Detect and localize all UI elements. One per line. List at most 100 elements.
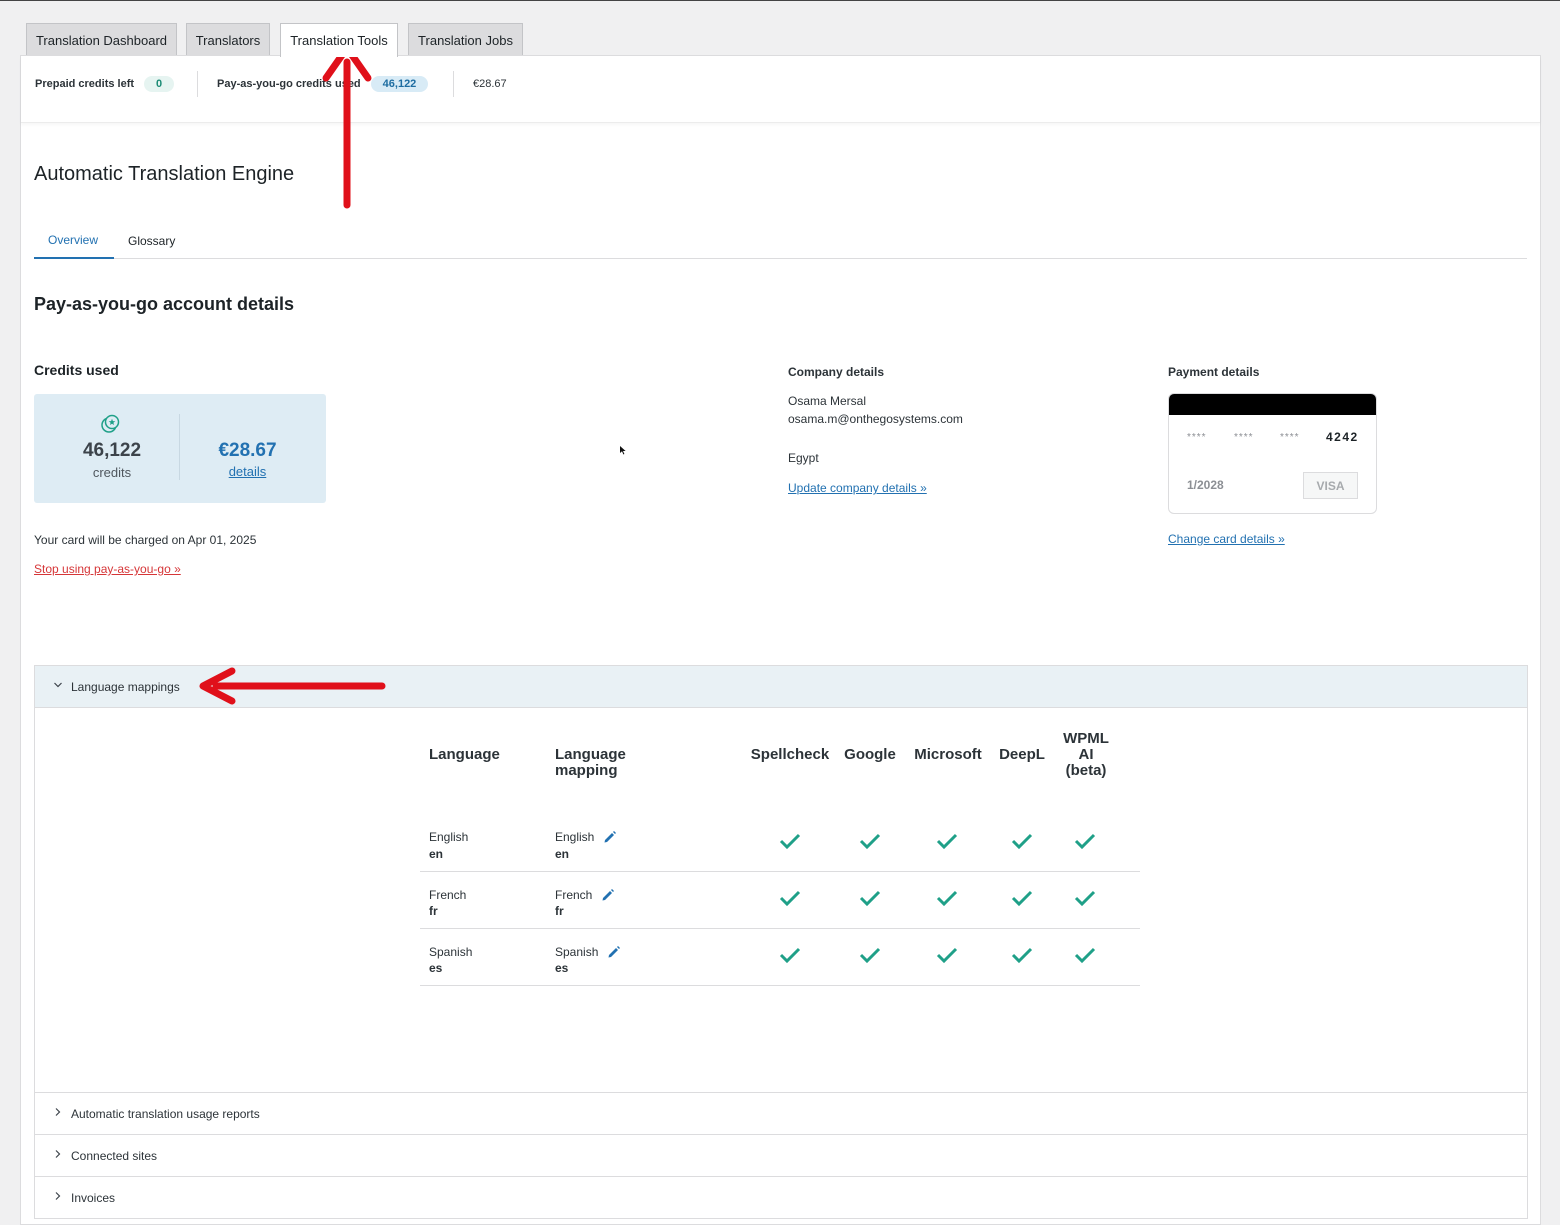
check-icon (779, 833, 801, 850)
stop-payg-link[interactable]: Stop using pay-as-you-go » (34, 562, 181, 576)
check-icon (1074, 890, 1096, 907)
row-language-name: Spanish (429, 945, 473, 959)
company-email: osama.m@onthegosystems.com (788, 412, 963, 426)
payg-credits-label: Pay-as-you-go credits used (217, 78, 361, 90)
credits-summary-bar: Prepaid credits left 0 Pay-as-you-go cre… (21, 56, 1540, 123)
connected-sites-section: Connected sites (34, 1134, 1528, 1177)
tab-translators[interactable]: Translators (186, 23, 270, 56)
language-mappings-toggle[interactable]: Language mappings (35, 666, 1527, 708)
language-mappings-section: Language mappings Language Language mapp… (34, 665, 1528, 1094)
change-card-link[interactable]: Change card details » (1168, 532, 1285, 546)
row-mapping-code: fr (555, 904, 564, 918)
mouse-cursor-icon (620, 446, 626, 455)
check-icon (779, 890, 801, 907)
divider (453, 71, 454, 97)
card-mask-group: **** (1234, 432, 1254, 443)
row-mapping-name: English (555, 830, 595, 844)
col-header-microsoft: Microsoft (914, 746, 982, 763)
invoices-section: Invoices (34, 1176, 1528, 1219)
divider (197, 71, 198, 97)
account-heading: Pay-as-you-go account details (34, 294, 295, 314)
col-header-deepl: DeepL (999, 746, 1045, 763)
card-magnetic-strip (1169, 394, 1376, 415)
prepaid-credits-label: Prepaid credits left (35, 78, 135, 90)
tab-translation-tools[interactable]: Translation Tools (280, 23, 398, 57)
credits-used-value: 46,122 (82, 440, 142, 461)
check-icon (1011, 890, 1033, 907)
check-icon (936, 890, 958, 907)
section-label: Automatic translation usage reports (71, 1107, 260, 1121)
sub-tabs: Overview Glossary (34, 227, 1527, 259)
edit-pencil-icon[interactable] (603, 830, 617, 844)
row-divider (420, 928, 1140, 929)
check-icon (1011, 947, 1033, 964)
row-language-code: es (429, 961, 443, 975)
check-icon (1011, 833, 1033, 850)
chevron-right-icon (55, 1108, 61, 1116)
col-header-google: Google (844, 746, 896, 763)
usage-reports-section: Automatic translation usage reports (34, 1092, 1528, 1135)
subtab-overview[interactable]: Overview (48, 233, 98, 247)
tab-translation-jobs[interactable]: Translation Jobs (408, 23, 523, 56)
usage-reports-toggle[interactable]: Automatic translation usage reports (35, 1093, 1527, 1135)
card-last-four: 4242 (1326, 430, 1359, 444)
check-icon (859, 890, 881, 907)
card-mask-group: **** (1187, 432, 1207, 443)
section-label: Connected sites (71, 1149, 158, 1163)
company-details-heading: Company details (788, 365, 885, 379)
active-tab-indicator (34, 257, 114, 259)
col-header-spellcheck: Spellcheck (750, 746, 830, 763)
company-name: Osama Mersal (788, 394, 867, 408)
prepaid-credits-badge: 0 (144, 76, 175, 92)
row-language-code: fr (429, 904, 438, 918)
card-mask-group: **** (1280, 432, 1300, 443)
row-language-name: French (429, 888, 467, 902)
payg-credits-badge: 46,122 (370, 76, 429, 92)
col-header-language: Language (429, 746, 500, 763)
credits-used-box: 46,122 credits €28.67 details (34, 394, 326, 503)
coins-icon (101, 414, 120, 433)
edit-pencil-icon[interactable] (607, 945, 621, 959)
row-language-code: en (429, 847, 444, 861)
main-panel: Prepaid credits left 0 Pay-as-you-go cre… (20, 55, 1541, 1225)
row-mapping-name: French (555, 888, 593, 902)
chevron-right-icon (55, 1192, 61, 1200)
company-country: Egypt (788, 451, 819, 465)
section-label: Language mappings (71, 680, 180, 694)
row-mapping-code: es (555, 961, 569, 975)
credits-used-heading: Credits used (34, 362, 119, 378)
row-language-name: English (429, 830, 469, 844)
chevron-right-icon (55, 1150, 61, 1158)
subtab-glossary[interactable]: Glossary (128, 234, 175, 248)
row-divider (420, 871, 1140, 872)
details-link[interactable]: details (180, 464, 315, 479)
row-mapping-code: en (555, 847, 570, 861)
credit-card: **** **** **** 4242 1/2028 VISA (1168, 393, 1377, 514)
payg-credits: Pay-as-you-go credits used 46,122 (217, 74, 429, 94)
credits-used-label: credits (92, 465, 132, 480)
update-company-link[interactable]: Update company details » (788, 481, 927, 495)
check-icon (936, 947, 958, 964)
col-header-wpml-ai: WPML AI (beta) (1063, 730, 1109, 779)
check-icon (779, 947, 801, 964)
col-header-mapping: Language mapping (555, 746, 626, 779)
connected-sites-toggle[interactable]: Connected sites (35, 1135, 1527, 1177)
amount-value: €28.67 (218, 440, 277, 461)
section-label: Invoices (71, 1191, 116, 1205)
check-icon (936, 833, 958, 850)
row-divider (420, 985, 1140, 986)
card-brand-badge: VISA (1303, 472, 1358, 499)
check-icon (1074, 947, 1096, 964)
charge-note: Your card will be charged on Apr 01, 202… (34, 533, 257, 547)
payg-amount: €28.67 (473, 78, 507, 90)
payment-details-heading: Payment details (1168, 365, 1260, 379)
page-title: Automatic Translation Engine (34, 163, 295, 185)
check-icon (1074, 833, 1096, 850)
edit-pencil-icon[interactable] (601, 888, 615, 902)
window-top-border (0, 0, 1560, 1)
invoices-toggle[interactable]: Invoices (35, 1177, 1527, 1219)
check-icon (859, 947, 881, 964)
prepaid-credits: Prepaid credits left 0 (35, 74, 175, 94)
row-mapping-name: Spanish (555, 945, 599, 959)
tab-translation-dashboard[interactable]: Translation Dashboard (26, 23, 177, 56)
